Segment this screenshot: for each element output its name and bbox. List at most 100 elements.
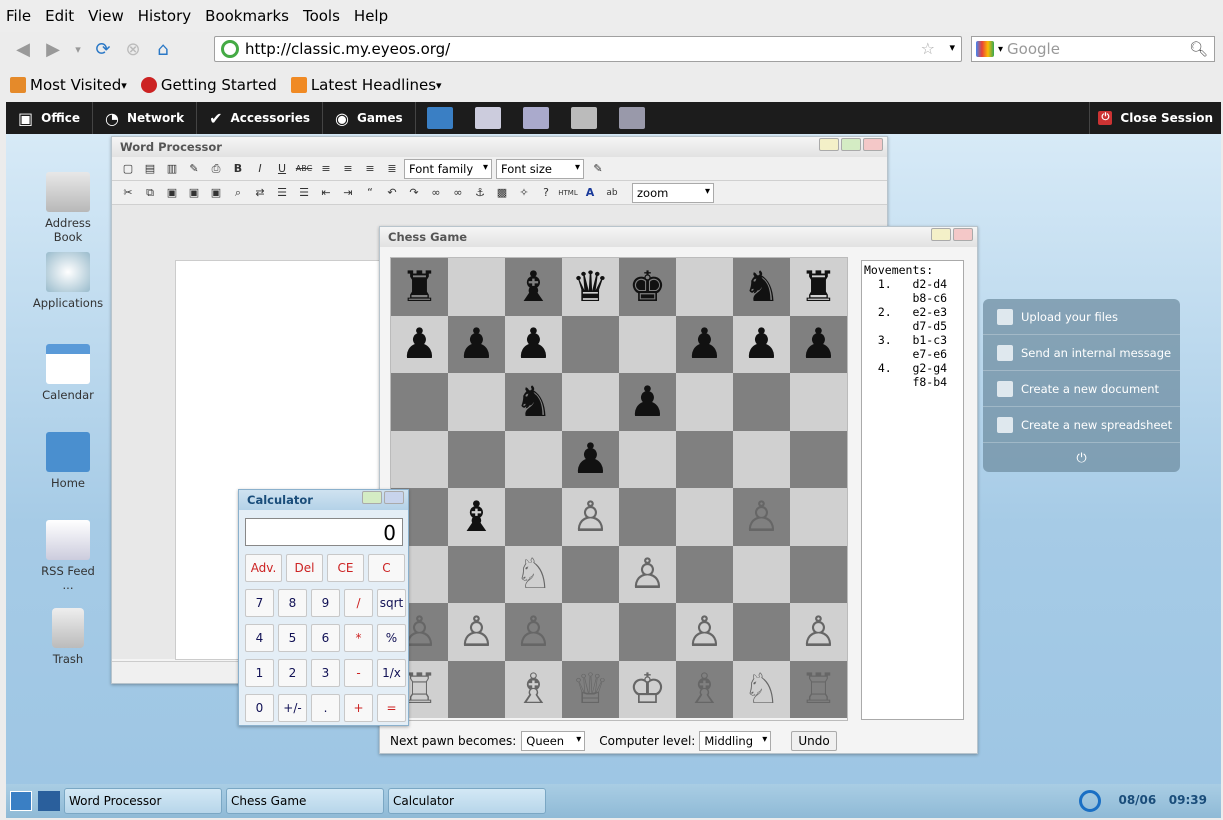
- home-icon[interactable]: ⌂: [148, 35, 178, 63]
- calc-key[interactable]: 0: [245, 694, 274, 722]
- new-document-link[interactable]: Create a new document: [983, 371, 1180, 407]
- board-square[interactable]: [790, 545, 847, 603]
- board-square[interactable]: ♟: [790, 315, 847, 373]
- chess-piece[interactable]: ♙: [686, 610, 724, 653]
- chess-board[interactable]: ♜ ♝ ♛ ♚ ♞ ♜ ♟ ♟ ♟ ♟ ♟ ♟ ♞ ♟ ♟ ♝ ♙ ♙ ♘ ♙ ♙ ♙ ♙ ♙ ♙ ♖ ♗ ♕ ♔ ♗ ♘ ♖: [390, 257, 848, 721]
- board-square[interactable]: ♙: [562, 488, 619, 546]
- board-square[interactable]: [562, 373, 619, 431]
- style-icon[interactable]: ✎: [588, 160, 608, 178]
- board-square[interactable]: ♙: [676, 603, 733, 661]
- minimize-button[interactable]: [362, 491, 382, 504]
- board-square[interactable]: [562, 545, 619, 603]
- board-square[interactable]: ♙: [619, 545, 676, 603]
- cleanup-icon[interactable]: ✧: [514, 184, 534, 202]
- url-bar[interactable]: http://classic.my.eyeos.org/ ☆ ▾: [214, 36, 962, 62]
- font-family-select[interactable]: Font family: [404, 158, 492, 179]
- paste-word-icon[interactable]: ▣: [206, 184, 226, 202]
- cut-icon[interactable]: ✂: [118, 184, 138, 202]
- board-square[interactable]: [733, 373, 790, 431]
- menu-accessories[interactable]: ✔ Accessories: [197, 102, 323, 134]
- chess-piece[interactable]: ♙: [572, 495, 610, 538]
- upload-files-link[interactable]: Upload your files: [983, 299, 1180, 335]
- calc-key[interactable]: *: [344, 624, 373, 652]
- board-square[interactable]: [391, 430, 448, 488]
- board-square[interactable]: [619, 430, 676, 488]
- menu-history[interactable]: History: [138, 7, 191, 25]
- undo-icon[interactable]: ↶: [382, 184, 402, 202]
- align-right-icon[interactable]: ≡: [360, 160, 380, 178]
- board-square[interactable]: [676, 430, 733, 488]
- board-square[interactable]: ♛: [562, 258, 619, 316]
- board-square[interactable]: [448, 373, 505, 431]
- image-icon[interactable]: ▩: [492, 184, 512, 202]
- maximize-button[interactable]: [384, 491, 404, 504]
- desktop-icon-applications[interactable]: Applications: [28, 252, 108, 310]
- computer-level-select[interactable]: Middling: [699, 731, 772, 751]
- calendar-shortcut-icon[interactable]: [618, 107, 645, 129]
- board-square[interactable]: [619, 488, 676, 546]
- menu-edit[interactable]: Edit: [45, 7, 74, 25]
- board-square[interactable]: ♟: [733, 315, 790, 373]
- strikethrough-icon[interactable]: ABC: [294, 160, 314, 178]
- site-identity-icon[interactable]: [221, 40, 239, 58]
- calc-key[interactable]: Del: [286, 554, 323, 582]
- chess-piece[interactable]: ♚: [629, 265, 667, 308]
- board-square[interactable]: ♞: [733, 258, 790, 316]
- eyeos-logo-icon[interactable]: [1079, 790, 1101, 812]
- link-icon[interactable]: ∞: [426, 184, 446, 202]
- blockquote-icon[interactable]: “: [360, 184, 380, 202]
- chess-piece[interactable]: ♕: [572, 668, 610, 710]
- chess-piece[interactable]: ♟: [572, 438, 610, 480]
- search-engine-dropdown-icon[interactable]: ▾: [998, 44, 1003, 55]
- chess-piece[interactable]: ♔: [629, 668, 667, 710]
- show-desktop-icon[interactable]: [10, 791, 32, 811]
- align-center-icon[interactable]: ≡: [338, 160, 358, 178]
- board-square[interactable]: ♝: [448, 488, 505, 546]
- calc-key[interactable]: Adv.: [245, 554, 282, 582]
- calc-key[interactable]: %: [377, 624, 406, 652]
- chess-piece[interactable]: ♜: [800, 265, 838, 308]
- board-square[interactable]: ♘: [733, 660, 790, 718]
- new-spreadsheet-link[interactable]: Create a new spreadsheet: [983, 407, 1180, 443]
- close-button[interactable]: [863, 138, 883, 151]
- desktop-icon-trash[interactable]: Trash: [28, 608, 108, 666]
- image-shortcut-icon[interactable]: [522, 107, 549, 129]
- magnifier-icon[interactable]: 🔍︎: [1189, 40, 1208, 58]
- chess-piece[interactable]: ♜: [401, 265, 439, 308]
- calc-key[interactable]: .: [311, 694, 340, 722]
- chess-piece[interactable]: ♗: [686, 668, 724, 710]
- board-square[interactable]: [790, 373, 847, 431]
- board-square[interactable]: ♜: [391, 258, 448, 316]
- document-shortcut-icon[interactable]: [474, 107, 501, 129]
- highlight-icon[interactable]: ab: [602, 184, 622, 202]
- indent-icon[interactable]: ⇥: [338, 184, 358, 202]
- calc-key[interactable]: /: [344, 589, 373, 617]
- board-square[interactable]: ♙: [448, 603, 505, 661]
- text-color-icon[interactable]: A: [580, 184, 600, 202]
- chess-piece[interactable]: ♝: [515, 265, 553, 308]
- board-square[interactable]: ♙: [733, 488, 790, 546]
- calc-key[interactable]: 2: [278, 659, 307, 687]
- board-square[interactable]: ♞: [505, 373, 562, 431]
- board-square[interactable]: ♙: [790, 603, 847, 661]
- unlink-icon[interactable]: ∞: [448, 184, 468, 202]
- menu-tools[interactable]: Tools: [303, 7, 340, 25]
- board-square[interactable]: [619, 603, 676, 661]
- board-square[interactable]: ♟: [619, 373, 676, 431]
- redo-icon[interactable]: ↷: [404, 184, 424, 202]
- board-square[interactable]: [562, 315, 619, 373]
- chess-piece[interactable]: ♗: [515, 668, 553, 710]
- chess-piece[interactable]: ♞: [743, 265, 781, 308]
- board-square[interactable]: ♟: [505, 315, 562, 373]
- board-square[interactable]: [448, 258, 505, 316]
- calc-key[interactable]: 6: [311, 624, 340, 652]
- task-calculator[interactable]: Calculator: [388, 788, 546, 814]
- menu-network[interactable]: ◔ Network: [93, 102, 198, 134]
- chess-piece[interactable]: ♟: [515, 323, 553, 365]
- bookmark-most-visited[interactable]: Most Visited ▾: [10, 76, 127, 94]
- desktop-icon-calendar[interactable]: Calendar: [28, 344, 108, 402]
- board-square[interactable]: [448, 545, 505, 603]
- bullet-list-icon[interactable]: ☰: [272, 184, 292, 202]
- underline-icon[interactable]: U: [272, 160, 292, 178]
- chess-piece[interactable]: ♘: [743, 668, 781, 710]
